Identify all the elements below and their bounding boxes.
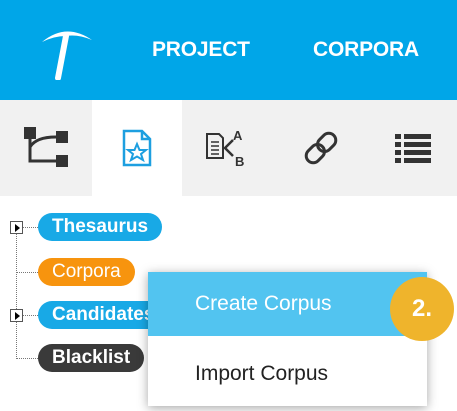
tree-structure-icon [24, 127, 68, 167]
list-tool[interactable] [368, 100, 457, 196]
pickaxe-logo-icon[interactable] [36, 24, 96, 80]
menu-item-create-corpus[interactable]: Create Corpus [148, 272, 427, 336]
tree-connector [16, 358, 38, 359]
expand-thesaurus-icon[interactable] [10, 221, 23, 234]
tree-connector [16, 227, 17, 357]
nav-project[interactable]: PROJECT [152, 38, 250, 62]
alignment-tool[interactable]: A B [182, 100, 272, 196]
app-header: PROJECT CORPORA [0, 0, 457, 100]
context-menu: Create Corpus Import Corpus [148, 272, 427, 406]
tree-structure-tool[interactable] [2, 100, 92, 196]
step-badge: 2. [390, 277, 454, 341]
tree-node-blacklist[interactable]: Blacklist [38, 344, 145, 372]
star-document-icon [122, 129, 152, 167]
svg-text:A: A [233, 128, 243, 143]
list-icon [395, 134, 431, 163]
link-tool[interactable] [276, 100, 366, 196]
menu-item-import-corpus[interactable]: Import Corpus [148, 342, 427, 406]
tree-node-corpora[interactable]: Corpora [38, 258, 135, 286]
expand-candidates-icon[interactable] [10, 309, 23, 322]
tree-node-thesaurus[interactable]: Thesaurus [38, 213, 163, 241]
link-icon [304, 131, 338, 165]
tree-connector [16, 272, 38, 273]
corpus-tool[interactable] [92, 100, 182, 196]
nav-corpora[interactable]: CORPORA [313, 38, 419, 62]
toolbar: A B [0, 100, 457, 196]
svg-text:B: B [235, 154, 244, 169]
document-compare-icon: A B [206, 128, 244, 169]
